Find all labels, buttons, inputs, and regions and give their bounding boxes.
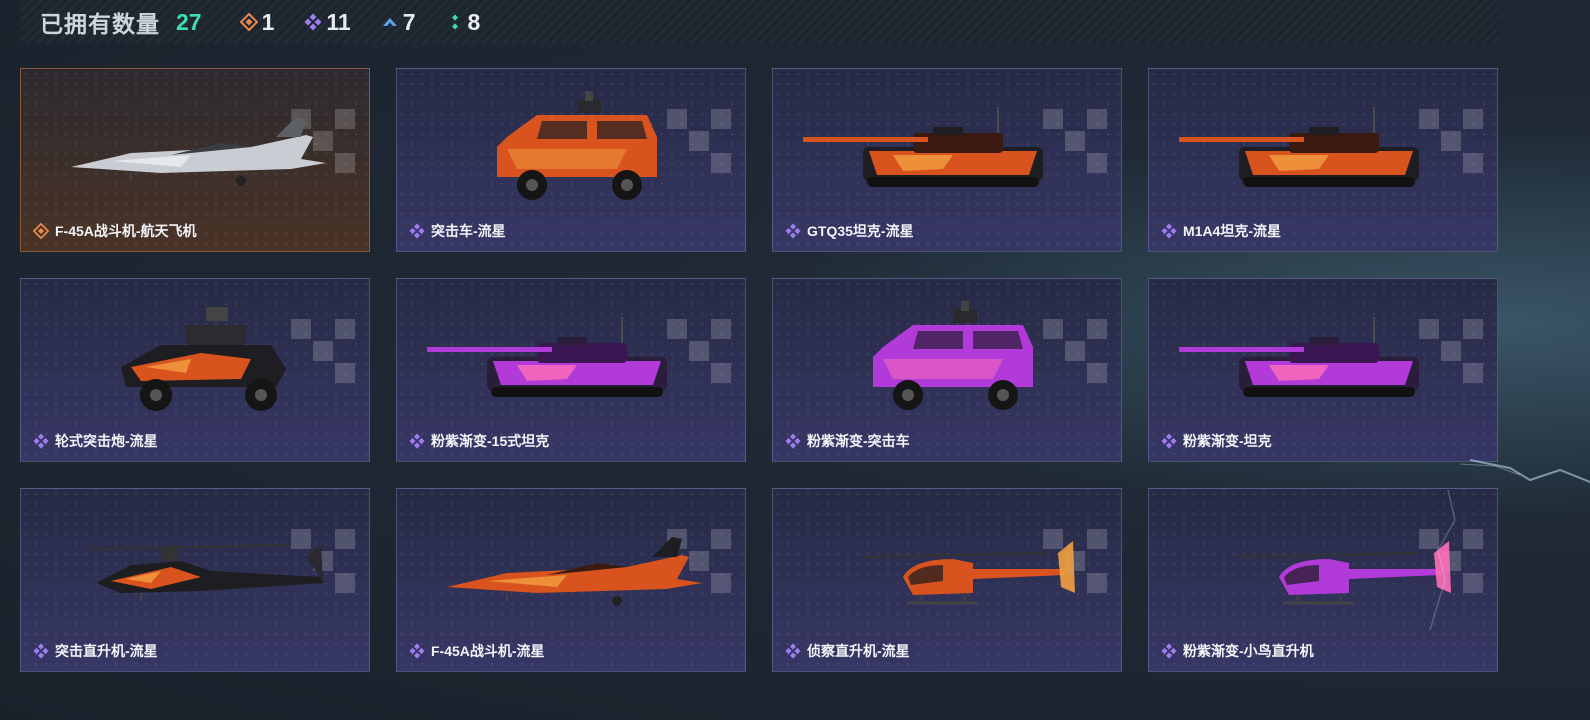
owned-count-label: 已拥有数量 <box>40 11 160 37</box>
vehicle-skin-card[interactable]: 轮式突击炮-流星 <box>20 278 370 462</box>
purple-diamond-icon <box>33 433 49 449</box>
owned-count-bar: 已拥有数量 27 1 11 7 8 <box>20 0 1500 44</box>
purple-diamond-icon <box>1161 433 1177 449</box>
vehicle-skin-card[interactable]: F-45A战斗机-流星 <box>396 488 746 672</box>
rarity-count-blue: 7 <box>381 9 416 36</box>
rarity-count-value: 11 <box>326 8 351 35</box>
purple-diamond-icon <box>785 643 801 659</box>
vehicle-skin-card[interactable]: 突击直升机-流星 <box>20 488 370 672</box>
fighter-jet-icon <box>71 117 326 186</box>
vehicle-skin-name: F-45A战斗机-航天飞机 <box>55 223 197 239</box>
vehicle-image <box>427 77 717 217</box>
vehicle-name-row: M1A4坦克-流星 <box>1161 221 1281 241</box>
vehicle-name-row: F-45A战斗机-流星 <box>409 641 545 661</box>
vehicle-name-row: 突击车-流星 <box>409 221 506 241</box>
green-dots-icon <box>451 14 458 30</box>
vehicle-skin-card[interactable]: 侦察直升机-流星 <box>772 488 1122 672</box>
vehicle-image <box>51 77 341 217</box>
vehicle-name-row: 粉紫渐变-15式坦克 <box>409 431 549 451</box>
vehicle-skin-name: 侦察直升机-流星 <box>807 643 910 659</box>
vehicle-name-row: 轮式突击炮-流星 <box>33 431 158 451</box>
vehicle-skin-name: 突击车-流星 <box>431 223 506 239</box>
rarity-count-orange: 1 <box>239 8 275 36</box>
wheeled-assault-gun-icon <box>121 307 286 411</box>
orange-diamond-icon <box>239 13 258 31</box>
vehicle-image <box>51 497 341 637</box>
purple-diamond-icon <box>785 223 801 239</box>
vehicle-skin-name: GTQ35坦克-流星 <box>807 223 914 239</box>
tank-icon <box>1179 107 1419 187</box>
vehicle-skin-card[interactable]: F-45A战斗机-航天飞机 <box>20 68 370 252</box>
vehicle-image <box>51 287 341 427</box>
fighter-jet-icon <box>447 537 702 606</box>
vehicle-image <box>1179 287 1469 427</box>
tank-icon <box>427 317 667 397</box>
vehicle-skin-card[interactable]: 突击车-流星 <box>396 68 746 252</box>
tank-icon <box>803 107 1043 187</box>
scout-helicopter-icon <box>862 541 1075 605</box>
scout-helicopter-icon <box>1238 541 1451 605</box>
owned-count-total: 27 <box>176 8 202 35</box>
vehicle-skin-name: 粉紫渐变-坦克 <box>1183 433 1272 449</box>
vehicle-skin-card[interactable]: M1A4坦克-流星 <box>1148 68 1498 252</box>
vehicle-image <box>427 497 717 637</box>
purple-diamond-icon <box>304 13 322 31</box>
vehicle-skin-card[interactable]: 粉紫渐变-突击车 <box>772 278 1122 462</box>
vehicle-skin-name: 粉紫渐变-小鸟直升机 <box>1183 643 1314 659</box>
vehicle-skin-name: 粉紫渐变-15式坦克 <box>431 433 550 449</box>
attack-helicopter-icon <box>90 544 323 601</box>
vehicle-skin-card[interactable]: 粉紫渐变-坦克 <box>1148 278 1498 462</box>
vehicle-image <box>427 287 717 427</box>
purple-diamond-icon <box>409 433 425 449</box>
rarity-count-green: 8 <box>446 8 481 36</box>
vehicle-image <box>1179 497 1469 637</box>
vehicle-image <box>803 77 1093 217</box>
vehicle-name-row: 粉紫渐变-突击车 <box>785 431 910 451</box>
vehicle-image <box>803 287 1093 427</box>
vehicle-skin-name: F-45A战斗机-流星 <box>431 643 545 659</box>
rarity-count-value: 7 <box>402 8 416 35</box>
orange-diamond-icon <box>33 223 49 239</box>
vehicle-skin-card[interactable]: GTQ35坦克-流星 <box>772 68 1122 252</box>
vehicle-skin-name: 突击直升机-流星 <box>55 643 158 659</box>
vehicle-name-row: 突击直升机-流星 <box>33 641 158 661</box>
vehicle-name-row: F-45A战斗机-航天飞机 <box>33 221 197 241</box>
vehicle-skin-card[interactable]: 粉紫渐变-15式坦克 <box>396 278 746 462</box>
purple-diamond-icon <box>33 643 49 659</box>
vehicle-image <box>1179 77 1469 217</box>
purple-diamond-icon <box>1161 223 1177 239</box>
purple-diamond-icon <box>1161 643 1177 659</box>
vehicle-name-row: 粉紫渐变-小鸟直升机 <box>1161 641 1314 661</box>
rarity-count-purple: 11 <box>304 8 351 36</box>
purple-diamond-icon <box>785 433 801 449</box>
vehicle-name-row: 粉紫渐变-坦克 <box>1161 431 1272 451</box>
tank-icon <box>1179 317 1419 397</box>
armored-truck-icon <box>497 91 657 200</box>
rarity-count-value: 1 <box>261 8 275 35</box>
purple-diamond-icon <box>409 223 425 239</box>
rarity-count-value: 8 <box>467 8 481 35</box>
vehicle-skin-name: 粉紫渐变-突击车 <box>807 433 910 449</box>
vehicle-name-row: 侦察直升机-流星 <box>785 641 910 661</box>
vehicle-skin-card[interactable]: 粉紫渐变-小鸟直升机 <box>1148 488 1498 672</box>
vehicle-name-row: GTQ35坦克-流星 <box>785 221 914 241</box>
purple-diamond-icon <box>409 643 425 659</box>
vehicle-image <box>803 497 1093 637</box>
vehicle-skin-name: M1A4坦克-流星 <box>1183 223 1282 239</box>
armored-truck-icon <box>873 301 1033 410</box>
vehicle-skin-name: 轮式突击炮-流星 <box>55 433 158 449</box>
blue-chevron-icon <box>382 18 397 26</box>
